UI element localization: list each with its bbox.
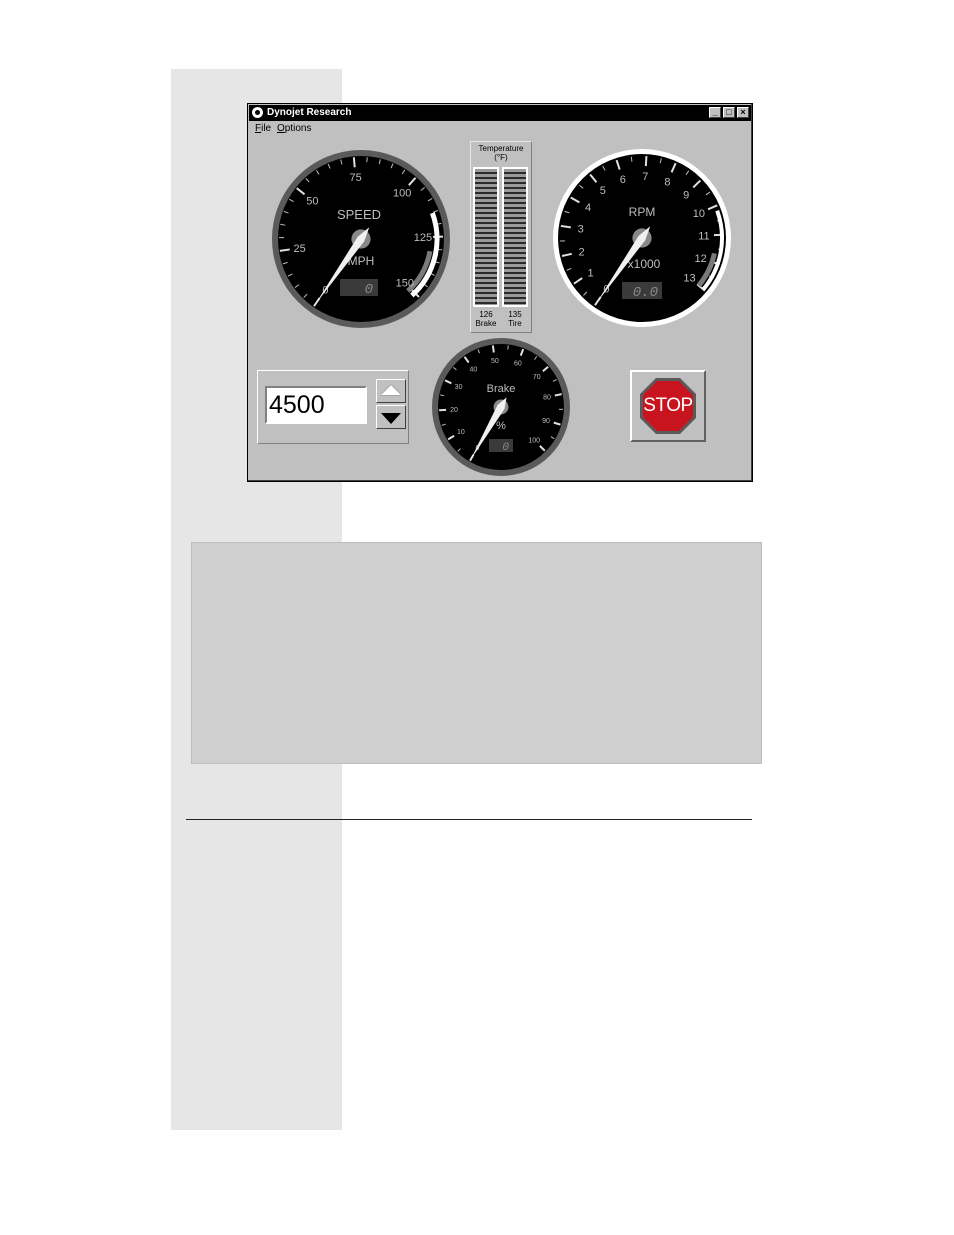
rpm-minor-tick <box>630 156 633 162</box>
speed-readout: 0 <box>365 282 373 298</box>
brake-tick-label: 10 <box>457 429 465 436</box>
title-bar[interactable]: Dynojet Research _ □ × <box>249 105 751 121</box>
rpm-tick-label: 5 <box>600 185 606 197</box>
spin-up-button[interactable] <box>376 379 406 403</box>
brake-temp-label: Brake <box>475 319 497 328</box>
rpm-readout: 0.0 <box>633 285 658 301</box>
close-button[interactable]: × <box>737 107 749 118</box>
speed-tick-label: 25 <box>294 243 306 255</box>
triangle-up-icon <box>381 385 401 395</box>
rpm-tick-label: 11 <box>698 230 709 242</box>
rpm-tick-label: 10 <box>693 208 705 220</box>
rpm-tick-label: 4 <box>585 202 591 214</box>
tire-temp-value: 135 <box>508 310 522 319</box>
window-title: Dynojet Research <box>267 107 352 118</box>
brake-major-tick <box>491 345 495 353</box>
menu-bar: File Options <box>249 121 751 138</box>
tire-temp-readout: 135 Tire <box>501 310 529 328</box>
speed-tick-label: 75 <box>349 172 361 184</box>
temperature-panel: Temperature (°F) 126 Brake 135 Tire <box>470 141 532 333</box>
app-icon[interactable] <box>252 107 263 118</box>
brake-tick-label: 100 <box>528 438 540 445</box>
menu-file[interactable]: File <box>255 123 271 134</box>
rpm-tick-label: 6 <box>620 174 626 186</box>
speed-tick-label: 50 <box>306 195 318 207</box>
brake-label: Brake <box>487 383 516 395</box>
rpm-tick-label: 8 <box>664 176 670 188</box>
spin-down-button[interactable] <box>376 405 406 429</box>
brake-tick-label: 50 <box>491 358 499 365</box>
rpm-tick-label: 3 <box>578 224 584 236</box>
speed-major-tick <box>352 157 356 168</box>
rpm-tick-label: 2 <box>578 246 584 258</box>
speed-gauge: 0255075100125150 SPEED MPH 0 <box>270 148 452 330</box>
triangle-down-icon <box>381 413 401 424</box>
brake-tick-label: 20 <box>450 407 458 414</box>
brake-unit: % <box>496 420 506 432</box>
tire-temp-bar <box>502 167 528 307</box>
brake-temp-readout: 126 Brake <box>472 310 500 328</box>
rpm-unit: x1000 <box>628 257 661 271</box>
rpm-setpoint-input[interactable]: 4500 <box>265 386 367 424</box>
maximize-button[interactable]: □ <box>723 107 735 118</box>
brake-tick-label: 40 <box>469 366 477 373</box>
brake-readout-box <box>489 439 513 452</box>
speed-tick-label: 150 <box>396 278 414 290</box>
speed-tick-label: 100 <box>393 188 411 200</box>
rpm-major-tick <box>644 156 648 167</box>
rpm-tick-label: 1 <box>587 267 593 279</box>
horizontal-rule <box>186 819 752 820</box>
temperature-unit: (°F) <box>494 153 508 162</box>
tire-temp-label: Tire <box>508 319 522 328</box>
speed-label: SPEED <box>337 207 381 222</box>
rpm-tick-label: 7 <box>642 171 648 183</box>
speed-tick-label: 125 <box>414 232 432 244</box>
minimize-button[interactable]: _ <box>709 107 721 118</box>
rpm-tick-label: 9 <box>683 189 689 201</box>
rpm-tick-label: 13 <box>683 273 695 285</box>
brake-tick-label: 60 <box>514 361 522 368</box>
brake-temp-value: 126 <box>479 310 493 319</box>
brake-tick-label: 30 <box>455 384 463 391</box>
temperature-title-line1: Temperature <box>478 144 524 153</box>
rpm-setpoint-panel: 4500 <box>257 370 409 444</box>
app-window: Dynojet Research _ □ × File Options 0255… <box>247 103 753 482</box>
stop-button[interactable]: STOP <box>630 370 706 442</box>
brake-major-tick <box>554 393 562 397</box>
brake-readout: 0 <box>502 442 509 454</box>
temperature-title: Temperature (°F) <box>471 144 531 162</box>
brake-tick-label: 80 <box>543 395 551 402</box>
rpm-gauge: 012345678910111213 RPM x1000 0.0 <box>551 147 733 329</box>
stop-label: STOP <box>643 395 693 416</box>
brake-gauge: 0102030405060708090100 Brake % 0 <box>431 337 571 477</box>
window-controls: _ □ × <box>709 107 749 118</box>
brake-temp-bar <box>473 167 499 307</box>
rpm-tick-label: 12 <box>695 253 707 265</box>
brake-tick-label: 70 <box>533 374 541 381</box>
rpm-label: RPM <box>629 205 656 219</box>
brake-tick-label: 90 <box>542 418 550 425</box>
menu-options[interactable]: Options <box>277 123 311 134</box>
note-box <box>191 542 762 764</box>
